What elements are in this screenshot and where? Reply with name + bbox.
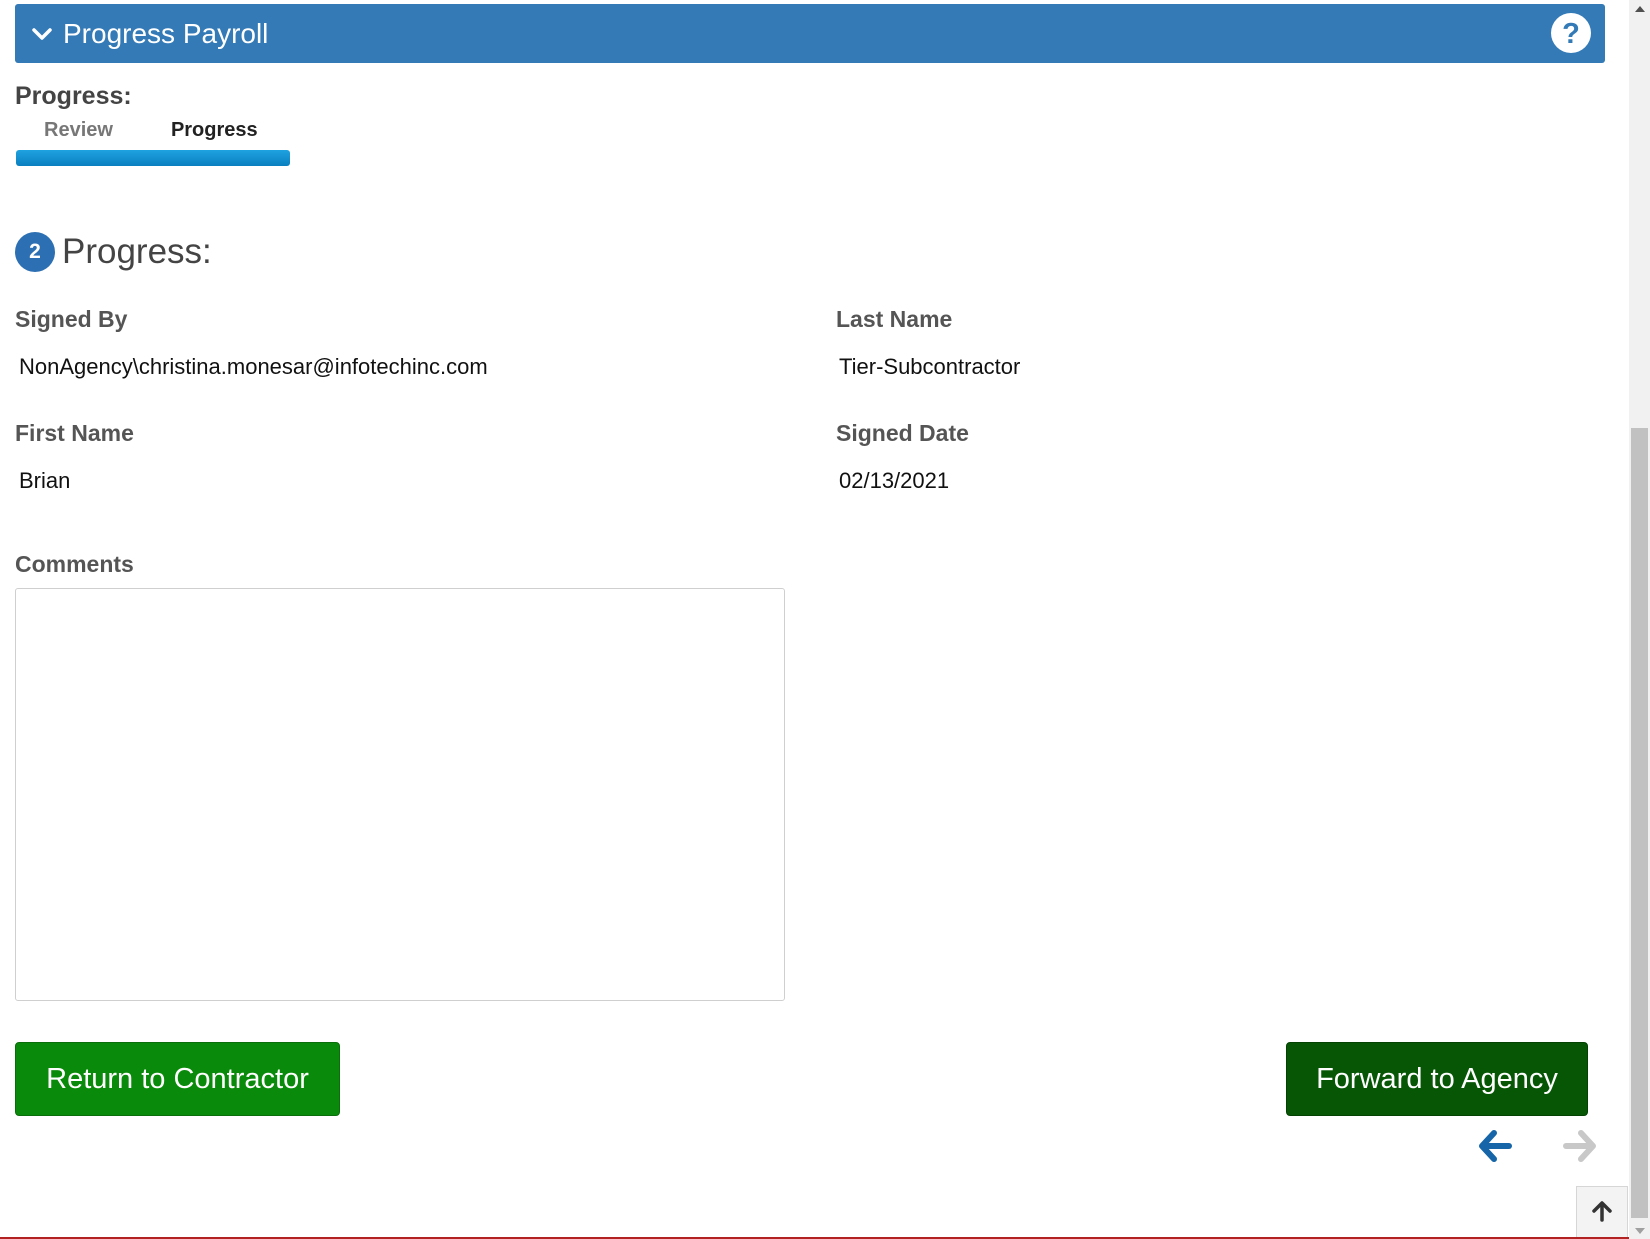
signed-by-value: NonAgency\christina.monesar@infotechinc.… (19, 354, 488, 379)
arrow-right-icon[interactable] (1560, 1128, 1600, 1164)
vertical-scrollbar[interactable] (1629, 0, 1650, 1239)
signed-by-label: Signed By (15, 306, 128, 332)
first-name-label: First Name (15, 420, 134, 446)
panel-header: Progress Payroll ? (15, 4, 1605, 63)
return-to-contractor-button[interactable]: Return to Contractor (15, 1042, 340, 1116)
wizard-label: Progress: (15, 82, 132, 110)
wizard-steps: Review Progress (44, 119, 258, 142)
last-name-value: Tier-Subcontractor (839, 354, 1021, 379)
signed-date-value: 02/13/2021 (839, 468, 950, 493)
panel-title: Progress Payroll (63, 17, 269, 49)
arrow-up-icon (1591, 1200, 1613, 1227)
step-number-badge: 2 (15, 232, 55, 272)
wizard-progress-bar (16, 150, 290, 166)
scrollbar-thumb[interactable] (1631, 428, 1648, 1218)
section-title: Progress: (62, 232, 212, 271)
scroll-down-icon[interactable] (1629, 1222, 1650, 1239)
chevron-down-icon[interactable] (31, 23, 53, 45)
comments-label: Comments (15, 551, 134, 577)
section-heading: 2 Progress: (15, 232, 212, 272)
question-circle-icon[interactable]: ? (1551, 13, 1591, 53)
forward-to-agency-button[interactable]: Forward to Agency (1286, 1042, 1588, 1116)
scroll-up-icon[interactable] (1629, 0, 1650, 17)
page: Progress Payroll ? Progress: Review Prog… (0, 0, 1650, 1239)
svg-text:?: ? (1562, 18, 1580, 50)
wizard-step-review[interactable]: Review (44, 119, 113, 142)
wizard-step-progress[interactable]: Progress (171, 119, 258, 142)
back-to-top-button[interactable] (1576, 1186, 1628, 1239)
first-name-value: Brian (19, 468, 71, 493)
comments-textarea[interactable] (15, 588, 785, 1001)
last-name-label: Last Name (836, 306, 953, 332)
signed-date-label: Signed Date (836, 420, 969, 446)
arrow-left-icon[interactable] (1475, 1128, 1515, 1164)
